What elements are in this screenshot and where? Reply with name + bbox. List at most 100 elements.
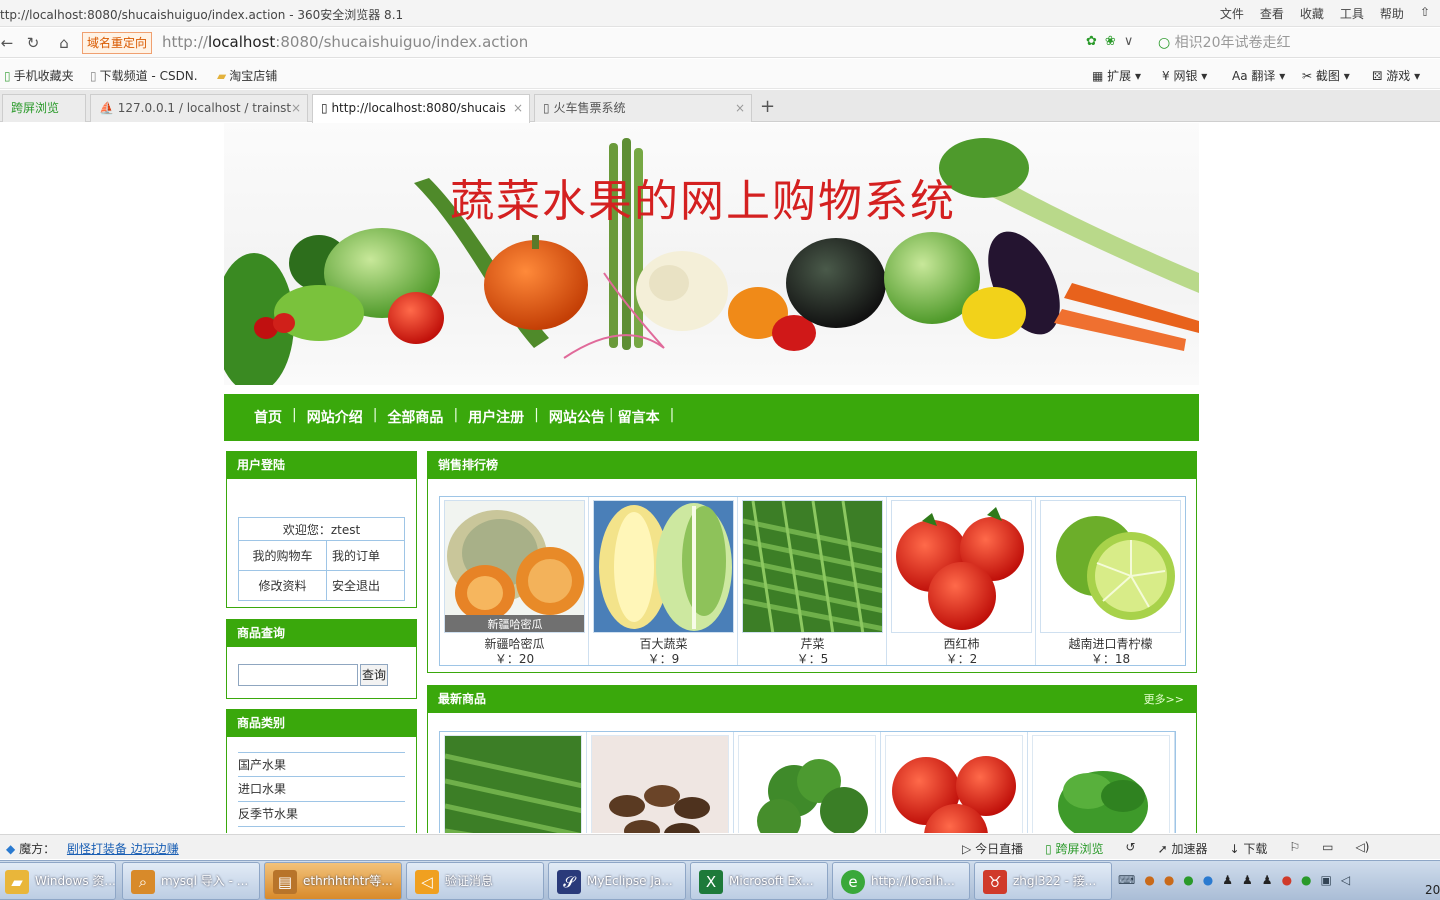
- qq-icon[interactable]: ♟: [1242, 873, 1253, 887]
- ext-bank[interactable]: ¥ 网银 ▾: [1162, 67, 1207, 84]
- cross-screen-button[interactable]: ▯ 跨屏浏览: [1045, 840, 1103, 857]
- tray-app-icon[interactable]: ●: [1203, 873, 1213, 887]
- product-card[interactable]: 西红柿 ￥：2: [887, 497, 1036, 666]
- more-link[interactable]: 更多>>: [1144, 686, 1184, 713]
- product-card[interactable]: 新疆哈密瓜 新疆哈密瓜 ￥：20: [440, 497, 589, 666]
- speaker-icon[interactable]: ◁): [1356, 840, 1370, 857]
- redirect-badge[interactable]: 域名重定向: [82, 32, 153, 54]
- nav-separator: |: [669, 407, 675, 423]
- bookmark-mobile[interactable]: ▯ 手机收藏夹: [4, 67, 74, 84]
- ext-screenshot[interactable]: ✂ 截图 ▾: [1302, 67, 1350, 84]
- compat-icon[interactable]: ❀: [1105, 34, 1116, 49]
- product-image-celery[interactable]: [742, 500, 883, 633]
- volume-icon[interactable]: ◁: [1341, 873, 1350, 887]
- search-box[interactable]: ○ 相识20年试卷走红: [1158, 32, 1428, 54]
- accelerator-button[interactable]: ➚ 加速器: [1158, 840, 1208, 857]
- product-image-melon[interactable]: 新疆哈密瓜: [444, 500, 585, 633]
- product-image-tomato[interactable]: [891, 500, 1032, 633]
- product-card[interactable]: 越南进口青柠檬 ￥：18: [1036, 497, 1185, 666]
- nav-about[interactable]: 网站介绍: [307, 407, 363, 427]
- tray-app-icon[interactable]: ●: [1144, 873, 1154, 887]
- ext-translate[interactable]: Aa 翻译 ▾: [1232, 67, 1285, 84]
- flag-icon[interactable]: ⚐: [1289, 840, 1300, 857]
- nav-all-products[interactable]: 全部商品: [387, 407, 443, 427]
- my-orders-link[interactable]: 我的订单: [326, 540, 405, 571]
- keyboard-icon[interactable]: ⌨: [1118, 873, 1135, 887]
- new-product-card[interactable]: [734, 732, 881, 833]
- menu-view[interactable]: 查看: [1260, 5, 1284, 22]
- security-icon[interactable]: ✿: [1086, 34, 1097, 49]
- upload-icon[interactable]: ⇧: [1420, 5, 1430, 22]
- category-item[interactable]: 进口水果: [238, 777, 405, 802]
- close-icon[interactable]: ×: [513, 95, 523, 121]
- new-product-card[interactable]: [1028, 732, 1175, 833]
- menu-file[interactable]: 文件: [1220, 5, 1244, 22]
- new-product-image-tomato[interactable]: [885, 735, 1023, 833]
- tray-app-icon[interactable]: ●: [1164, 873, 1174, 887]
- new-product-image-mushroom[interactable]: [591, 735, 729, 833]
- nav-notice[interactable]: 网站公告: [549, 407, 605, 427]
- new-product-image-broccoli[interactable]: [738, 735, 876, 833]
- status-ad-link[interactable]: 剧怪打装备 边玩边赚: [67, 842, 179, 856]
- new-product-image-greens[interactable]: [1032, 735, 1170, 833]
- my-cart-link[interactable]: 我的购物车: [237, 540, 328, 571]
- tray-app-icon[interactable]: ●: [1301, 873, 1311, 887]
- logout-link[interactable]: 安全退出: [326, 570, 405, 601]
- category-item[interactable]: 反季节水果: [238, 802, 405, 827]
- qq-icon[interactable]: ♟: [1262, 873, 1273, 887]
- address-input[interactable]: http://localhost:8080/shucaishuiguo/inde…: [162, 33, 528, 51]
- menu-tools[interactable]: 工具: [1340, 5, 1364, 22]
- qq-icon[interactable]: ♟: [1222, 873, 1233, 887]
- product-card[interactable]: 芹菜 ￥：5: [738, 497, 887, 666]
- download-button[interactable]: ↓ 下载: [1230, 840, 1268, 857]
- live-button[interactable]: ▷ 今日直播: [962, 840, 1023, 857]
- close-icon[interactable]: ×: [291, 95, 301, 121]
- nav-home[interactable]: 首页: [254, 407, 282, 427]
- tab-cross-screen[interactable]: 跨屏浏览: [2, 94, 86, 122]
- menu-favorites[interactable]: 收藏: [1300, 5, 1324, 22]
- task-winrar[interactable]: ▤ ethrhhtrhtr等...: [264, 862, 402, 900]
- ext-extend[interactable]: ▦ 扩展 ▾: [1092, 67, 1141, 84]
- category-item[interactable]: 国产水果: [238, 752, 405, 777]
- close-icon[interactable]: ×: [735, 95, 745, 121]
- product-image-cabbage[interactable]: [593, 500, 734, 633]
- clock[interactable]: 20: [1425, 883, 1440, 897]
- task-verify-message[interactable]: ◁ 验证消息: [406, 862, 544, 900]
- search-button[interactable]: 查询: [360, 664, 388, 686]
- new-product-image-celery[interactable]: [444, 735, 582, 833]
- window-icon[interactable]: ▭: [1322, 840, 1333, 857]
- menu-help[interactable]: 帮助: [1380, 5, 1404, 22]
- tray-app-icon[interactable]: ●: [1282, 873, 1292, 887]
- bookmark-taobao[interactable]: ▰ 淘宝店铺: [217, 67, 277, 84]
- nav-register[interactable]: 用户注册: [468, 407, 524, 427]
- vegetable-banner-image: [224, 138, 1199, 385]
- product-image-lime[interactable]: [1040, 500, 1181, 633]
- new-product-card[interactable]: [881, 732, 1028, 833]
- home-icon[interactable]: ⌂: [55, 34, 73, 52]
- back-icon[interactable]: ←: [0, 34, 16, 52]
- product-card[interactable]: 百大蔬菜 ￥：9: [589, 497, 738, 666]
- ext-games[interactable]: ⚄ 游戏 ▾: [1372, 67, 1420, 84]
- new-product-card[interactable]: [440, 732, 587, 833]
- task-browser[interactable]: e http://localh...: [832, 862, 970, 900]
- product-search-input[interactable]: [238, 664, 358, 686]
- task-excel[interactable]: X Microsoft Ex...: [690, 862, 828, 900]
- tab-current[interactable]: ▯ http://localhost:8080/shucais ×: [312, 94, 530, 123]
- tab-train[interactable]: ▯ 火车售票系统 ×: [534, 94, 752, 122]
- network-icon[interactable]: ▣: [1321, 873, 1332, 887]
- refresh-icon[interactable]: ↻: [24, 34, 42, 52]
- nav-guestbook[interactable]: 留言本: [618, 407, 660, 427]
- category-item[interactable]: [238, 827, 405, 833]
- task-myeclipse[interactable]: 𝓢 MyEclipse Ja...: [548, 862, 686, 900]
- tray-app-icon[interactable]: ●: [1183, 873, 1193, 887]
- tab-phpmyadmin[interactable]: ⛵ 127.0.0.1 / localhost / trainst ×: [90, 94, 308, 122]
- task-explorer[interactable]: ▰ Windows 资...: [0, 862, 116, 900]
- bookmark-csdn[interactable]: ▯ 下载频道 - CSDN.: [90, 67, 198, 84]
- new-tab-icon[interactable]: +: [760, 96, 775, 117]
- task-qq-chat[interactable]: ♉ zhgl322 - 接...: [974, 862, 1112, 900]
- new-product-card[interactable]: [587, 732, 734, 833]
- edit-profile-link[interactable]: 修改资料: [237, 570, 328, 601]
- task-mysql[interactable]: ⌕ mysql 导入 - ...: [122, 862, 260, 900]
- history-icon[interactable]: ↺: [1126, 840, 1136, 857]
- dropdown-icon[interactable]: ∨: [1124, 34, 1134, 49]
